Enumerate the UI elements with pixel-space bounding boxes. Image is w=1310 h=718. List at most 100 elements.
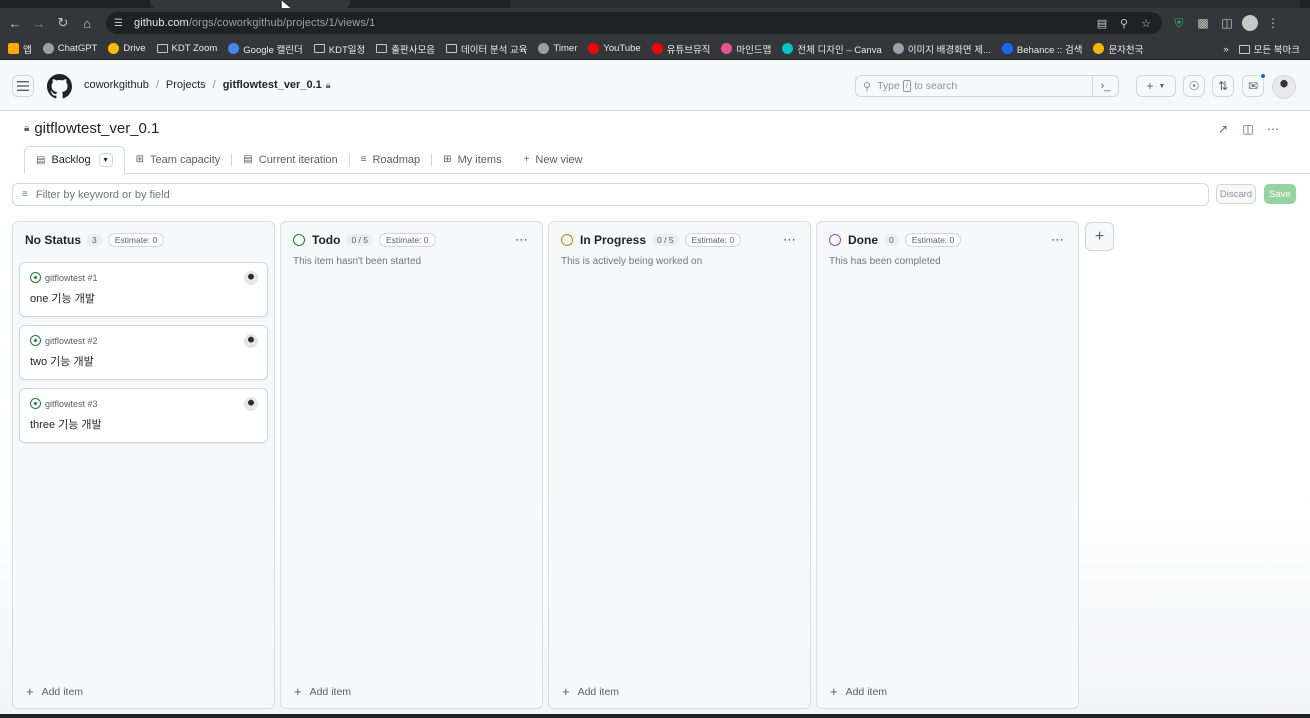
side-panel-icon[interactable]: ◫ <box>1218 12 1236 34</box>
save-button[interactable]: Save <box>1264 184 1296 204</box>
breadcrumb-projects[interactable]: Projects <box>166 79 206 91</box>
insights-chart-icon[interactable]: ↗ <box>1212 118 1234 140</box>
bookmark-item[interactable]: 데이터 분석 교육 <box>445 42 527 56</box>
search-input[interactable]: ⚲ Type / to search ›_ <box>855 75 1119 97</box>
inbox-icon[interactable]: ✉ <box>1242 73 1266 97</box>
reload-icon[interactable]: ↻ <box>51 11 75 35</box>
column-description: This has been completed <box>829 256 941 267</box>
estimate-badge: Estimate: 0 <box>684 233 742 247</box>
bookmark-item[interactable]: ChatGPT <box>42 43 98 54</box>
bookmark-item[interactable]: KDT Zoom <box>156 43 217 54</box>
zoom-icon[interactable]: ⚲ <box>1116 15 1132 31</box>
tab-backlog[interactable]: ▤ Backlog ▼ <box>24 146 125 174</box>
bookmark-item[interactable]: 전체 디자인 – Canva <box>782 42 882 56</box>
browser-profile-avatar[interactable] <box>1242 15 1258 31</box>
issue-card[interactable]: gitflowtest #2 two 기능 개발 <box>19 325 268 380</box>
bookmark-item[interactable]: Google 캘린더 <box>228 42 303 56</box>
address-url[interactable]: github.com/orgs/coworkgithub/projects/1/… <box>134 17 375 29</box>
address-bar[interactable]: ☰ github.com/orgs/coworkgithub/projects/… <box>106 12 1162 34</box>
column-count-badge: 0 / 5 <box>346 234 373 246</box>
bookmark-item[interactable]: 이미지 배경화면 제... <box>892 42 991 56</box>
card-title[interactable]: one 기능 개발 <box>30 290 95 306</box>
estimate-badge: Estimate: 0 <box>378 233 436 247</box>
bookmark-item[interactable]: 앱 <box>8 42 32 56</box>
issue-card[interactable]: gitflowtest #1 one 기능 개발 <box>19 262 268 317</box>
project-menu-icon[interactable]: ⋯ <box>1262 118 1284 140</box>
github-logo-icon[interactable] <box>47 74 72 99</box>
issue-ref[interactable]: gitflowtest #1 <box>45 273 98 283</box>
view-options-icon[interactable]: ▼ <box>98 153 113 167</box>
side-panel-toggle-icon[interactable]: ◫ <box>1237 118 1259 140</box>
install-app-icon[interactable]: ▤ <box>1094 15 1110 31</box>
site-info-icon[interactable]: ☰ <box>114 17 126 29</box>
bookmark-label: Behance :: 검색 <box>1016 44 1083 56</box>
add-item-button[interactable]: + Add item <box>294 684 351 699</box>
notification-dot <box>1260 73 1266 79</box>
extensions-puzzle-icon[interactable]: ▩ <box>1194 12 1212 34</box>
browser-menu-icon[interactable]: ⋮ <box>1264 12 1282 34</box>
bookmark-item[interactable]: Behance :: 검색 <box>1001 42 1083 56</box>
issue-card[interactable]: gitflowtest #3 three 기능 개발 <box>19 388 268 443</box>
assignee-avatar[interactable] <box>244 271 258 285</box>
create-new-button[interactable]: + ▼ <box>1136 75 1176 97</box>
tab-roadmap[interactable]: ≡ Roadmap <box>350 146 432 173</box>
assignee-avatar[interactable] <box>244 397 258 411</box>
forward-icon[interactable]: → <box>27 11 51 35</box>
issues-icon[interactable]: ☉ <box>1183 75 1205 97</box>
assignee-avatar[interactable] <box>244 334 258 348</box>
folder-icon <box>376 44 388 53</box>
card-issue-ref: gitflowtest #3 <box>30 398 98 409</box>
project-title-text[interactable]: gitflowtest_ver_0.1 <box>34 120 159 137</box>
tab-team-capacity[interactable]: ⊞ Team capacity <box>125 146 232 173</box>
browser-tab-inactive[interactable] <box>510 0 1300 8</box>
card-title[interactable]: three 기능 개발 <box>30 416 102 432</box>
breadcrumb-current-project[interactable]: gitflowtest_ver_0.1 <box>223 79 322 91</box>
column-menu-icon[interactable]: ⋯ <box>515 232 529 248</box>
chevron-double-right-icon[interactable]: » <box>1223 44 1228 55</box>
hamburger-menu-icon[interactable] <box>12 75 34 97</box>
column-count-badge: 0 <box>884 234 899 246</box>
bookmark-item[interactable]: Drive <box>108 43 146 54</box>
add-item-button[interactable]: + Add item <box>830 684 887 699</box>
bookmark-item[interactable]: 유튜브뮤직 <box>651 42 710 56</box>
bookmark-item[interactable]: 문자천국 <box>1093 42 1143 56</box>
new-view-button[interactable]: + New view <box>513 146 594 173</box>
add-column-button[interactable]: + <box>1085 222 1114 251</box>
breadcrumb-org[interactable]: coworkgithub <box>84 79 149 91</box>
calendar-icon <box>228 43 240 54</box>
command-palette-icon[interactable]: ›_ <box>1092 75 1118 97</box>
bookmark-label: KDT일정 <box>328 44 366 56</box>
card-title[interactable]: two 기능 개발 <box>30 353 94 369</box>
column-menu-icon[interactable]: ⋯ <box>783 232 797 248</box>
tab-current-iteration[interactable]: ▤ Current iteration <box>232 146 348 173</box>
add-item-button[interactable]: + Add item <box>26 684 83 699</box>
bookmark-label: ChatGPT <box>57 43 98 54</box>
bookmark-label: 문자천국 <box>1108 44 1144 56</box>
star-icon[interactable]: ☆ <box>1138 15 1154 31</box>
bookmark-item[interactable]: 출판사모음 <box>376 42 435 56</box>
bookmark-item[interactable]: Timer <box>538 43 577 54</box>
filter-input[interactable]: ≡ Filter by keyword or by field <box>12 183 1209 206</box>
board-icon: ▤ <box>36 154 46 166</box>
bookmark-item[interactable]: YouTube <box>588 43 641 54</box>
tab-my-items[interactable]: ⊞ My items <box>432 146 512 173</box>
browser-tab-active[interactable] <box>150 0 350 8</box>
user-avatar[interactable] <box>1272 75 1296 99</box>
board-column: Done 0 Estimate: 0 ⋯ This has been completed… <box>816 221 1079 709</box>
column-menu-icon[interactable]: ⋯ <box>1051 232 1065 248</box>
home-icon[interactable]: ⌂ <box>75 11 99 35</box>
column-header: Done 0 Estimate: 0 <box>829 233 962 247</box>
issue-ref[interactable]: gitflowtest #2 <box>45 336 98 346</box>
search-placeholder: Type <box>877 80 900 92</box>
card-issue-ref: gitflowtest #2 <box>30 335 98 346</box>
bookmark-item[interactable]: KDT일정 <box>313 42 366 56</box>
extension-shield-icon[interactable]: ⛨ <box>1170 12 1188 34</box>
search-shortcut-key: / <box>902 80 912 92</box>
add-item-button[interactable]: + Add item <box>562 684 619 699</box>
pull-requests-icon[interactable]: ⇅ <box>1212 75 1234 97</box>
issue-ref[interactable]: gitflowtest #3 <box>45 399 98 409</box>
back-icon[interactable]: ← <box>3 11 27 35</box>
bookmark-item[interactable]: 마인드맵 <box>721 42 771 56</box>
all-bookmarks[interactable]: 모든 북마크 <box>1238 42 1300 56</box>
discard-button[interactable]: Discard <box>1216 184 1256 204</box>
